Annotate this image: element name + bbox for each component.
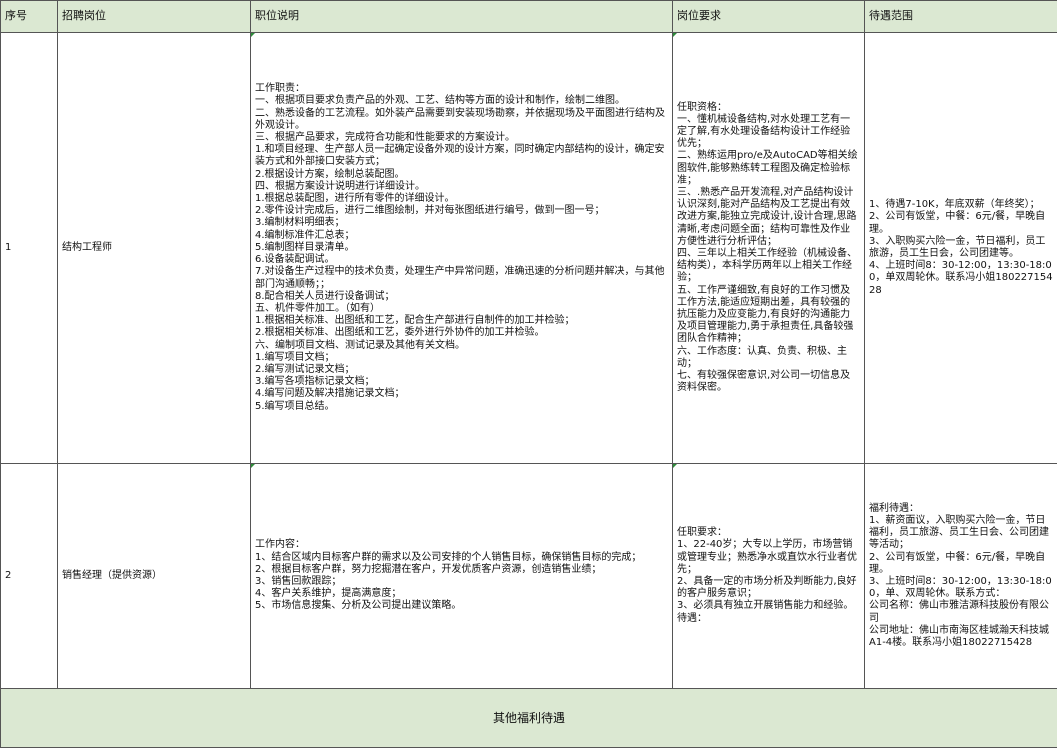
table-row: 1 结构工程师 工作职责： 一、根据项目要求负责产品的外观、工艺、结构等方面的设… <box>0 32 1057 464</box>
table-row: 2 销售经理（提供资源） 工作内容： 1、结合区域内目标客户群的需求以及公司安排… <box>0 463 1057 689</box>
header-description: 职位说明 <box>250 0 673 33</box>
row-benefits: 福利待遇： 1、薪资面议，入职购买六险一金，节日福利，员工旅游、员工生日会、公司… <box>864 463 1057 689</box>
row-benefits: 1、待遇7-10K，年底双薪（年终奖）； 2、公司有饭堂，中餐：6元/餐，早晚自… <box>864 32 1057 464</box>
row-description: 工作内容： 1、结合区域内目标客户群的需求以及公司安排的个人销售目标，确保销售目… <box>250 463 673 689</box>
row-requirements: 任职要求： 1、22-40岁；大专以上学历，市场营销或管理专业；熟悉净水或直饮水… <box>672 463 865 689</box>
other-benefits-label: 其他福利待遇 <box>0 688 1057 748</box>
row-index: 1 <box>0 32 58 464</box>
header-position: 招聘岗位 <box>57 0 251 33</box>
row-position: 结构工程师 <box>57 32 251 464</box>
footer-row: 其他福利待遇 <box>0 688 1057 748</box>
header-index: 序号 <box>0 0 58 33</box>
job-listing-table: 序号 招聘岗位 职位说明 岗位要求 待遇范围 1 结构工程师 工作职责： 一、根… <box>0 0 1057 748</box>
row-position: 销售经理（提供资源） <box>57 463 251 689</box>
row-index: 2 <box>0 463 58 689</box>
header-benefits: 待遇范围 <box>864 0 1057 33</box>
header-requirements: 岗位要求 <box>672 0 865 33</box>
row-requirements: 任职资格： 一、懂机械设备结构,对水处理工艺有一定了解,有水处理设备结构设计工作… <box>672 32 865 464</box>
row-description: 工作职责： 一、根据项目要求负责产品的外观、工艺、结构等方面的设计和制作，绘制二… <box>250 32 673 464</box>
table-header-row: 序号 招聘岗位 职位说明 岗位要求 待遇范围 <box>0 0 1057 33</box>
